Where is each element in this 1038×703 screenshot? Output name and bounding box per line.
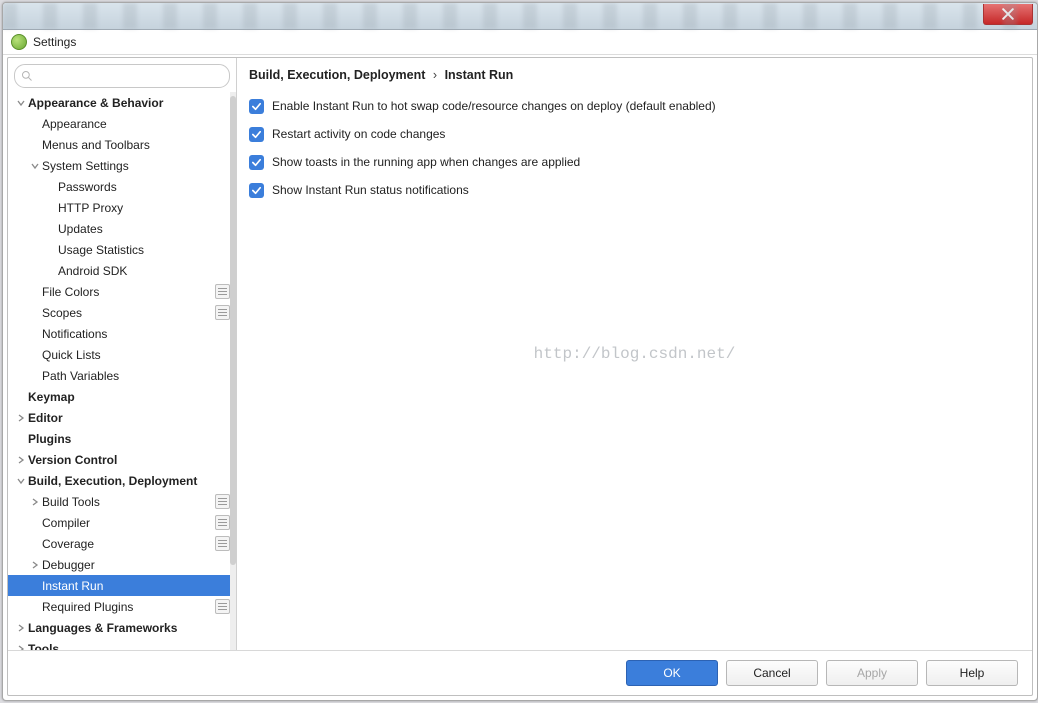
chevron-right-icon: [14, 414, 28, 422]
tree-path-variables[interactable]: Path Variables: [8, 365, 236, 386]
option-label: Restart activity on code changes: [272, 127, 445, 141]
dialog-title: Settings: [33, 35, 76, 49]
project-badge-icon: [215, 599, 230, 614]
chevron-right-icon: [28, 561, 42, 569]
search-icon: [21, 70, 33, 82]
chevron-right-icon: [14, 645, 28, 651]
tree-tools[interactable]: Tools: [8, 638, 236, 650]
option-enable-instant-run[interactable]: Enable Instant Run to hot swap code/reso…: [249, 92, 1020, 120]
tree-android-sdk[interactable]: Android SDK: [8, 260, 236, 281]
tree-build-exec-deploy[interactable]: Build, Execution, Deployment: [8, 470, 236, 491]
tree-languages-frameworks[interactable]: Languages & Frameworks: [8, 617, 236, 638]
close-window-button[interactable]: [983, 4, 1033, 25]
settings-dialog: Settings Appearance & Behavior Appearan: [2, 2, 1038, 701]
tree-scrollbar-thumb[interactable]: [230, 96, 236, 565]
cancel-button[interactable]: Cancel: [726, 660, 818, 686]
option-restart-activity[interactable]: Restart activity on code changes: [249, 120, 1020, 148]
watermark-text: http://blog.csdn.net/: [534, 345, 736, 363]
dialog-body: Appearance & Behavior Appearance Menus a…: [7, 57, 1033, 696]
dialog-button-row: OK Cancel Apply Help: [8, 650, 1032, 695]
tree-editor[interactable]: Editor: [8, 407, 236, 428]
breadcrumb-parent: Build, Execution, Deployment: [249, 68, 425, 82]
android-studio-icon: [11, 34, 27, 50]
breadcrumb-current: Instant Run: [445, 68, 514, 82]
project-badge-icon: [215, 515, 230, 530]
chevron-right-icon: [14, 456, 28, 464]
tree-instant-run[interactable]: Instant Run: [8, 575, 236, 596]
search-input[interactable]: [37, 68, 223, 84]
tree-http-proxy[interactable]: HTTP Proxy: [8, 197, 236, 218]
chevron-right-icon: ›: [433, 68, 437, 82]
tree-usage-statistics[interactable]: Usage Statistics: [8, 239, 236, 260]
tree-required-plugins[interactable]: Required Plugins: [8, 596, 236, 617]
project-badge-icon: [215, 284, 230, 299]
tree-version-control[interactable]: Version Control: [8, 449, 236, 470]
apply-button[interactable]: Apply: [826, 660, 918, 686]
tree-scopes[interactable]: Scopes: [8, 302, 236, 323]
option-label: Show toasts in the running app when chan…: [272, 155, 580, 169]
checkbox-checked-icon[interactable]: [249, 183, 264, 198]
chevron-down-icon: [28, 162, 42, 170]
ok-button[interactable]: OK: [626, 660, 718, 686]
project-badge-icon: [215, 536, 230, 551]
tree-system-settings[interactable]: System Settings: [8, 155, 236, 176]
checkbox-checked-icon[interactable]: [249, 127, 264, 142]
parent-window-menubar: [3, 3, 1037, 30]
tree-file-colors[interactable]: File Colors: [8, 281, 236, 302]
tree-build-tools[interactable]: Build Tools: [8, 491, 236, 512]
chevron-right-icon: [14, 624, 28, 632]
tree-notifications[interactable]: Notifications: [8, 323, 236, 344]
settings-nav: Appearance & Behavior Appearance Menus a…: [8, 58, 237, 650]
breadcrumb: Build, Execution, Deployment › Instant R…: [237, 58, 1032, 90]
close-icon: [1002, 8, 1014, 20]
tree-plugins[interactable]: Plugins: [8, 428, 236, 449]
tree-appearance-behavior[interactable]: Appearance & Behavior: [8, 92, 236, 113]
chevron-down-icon: [14, 99, 28, 107]
main-split: Appearance & Behavior Appearance Menus a…: [8, 58, 1032, 650]
settings-tree[interactable]: Appearance & Behavior Appearance Menus a…: [8, 92, 236, 650]
tree-scrollbar[interactable]: [230, 92, 236, 650]
tree-menus-toolbars[interactable]: Menus and Toolbars: [8, 134, 236, 155]
chevron-down-icon: [14, 477, 28, 485]
checkbox-checked-icon[interactable]: [249, 99, 264, 114]
project-badge-icon: [215, 494, 230, 509]
option-label: Show Instant Run status notifications: [272, 183, 469, 197]
tree-appearance[interactable]: Appearance: [8, 113, 236, 134]
option-show-toasts[interactable]: Show toasts in the running app when chan…: [249, 148, 1020, 176]
checkbox-checked-icon[interactable]: [249, 155, 264, 170]
search-box[interactable]: [14, 64, 230, 88]
project-badge-icon: [215, 305, 230, 320]
tree-coverage[interactable]: Coverage: [8, 533, 236, 554]
tree-updates[interactable]: Updates: [8, 218, 236, 239]
tree-keymap[interactable]: Keymap: [8, 386, 236, 407]
options-list: Enable Instant Run to hot swap code/reso…: [237, 90, 1032, 206]
option-label: Enable Instant Run to hot swap code/reso…: [272, 99, 716, 113]
tree-compiler[interactable]: Compiler: [8, 512, 236, 533]
help-button[interactable]: Help: [926, 660, 1018, 686]
settings-content: Build, Execution, Deployment › Instant R…: [237, 58, 1032, 650]
dialog-titlebar: Settings: [3, 30, 1037, 55]
chevron-right-icon: [28, 498, 42, 506]
tree-passwords[interactable]: Passwords: [8, 176, 236, 197]
search-wrap: [8, 58, 236, 92]
tree-debugger[interactable]: Debugger: [8, 554, 236, 575]
option-show-status-notifications[interactable]: Show Instant Run status notifications: [249, 176, 1020, 204]
tree-quick-lists[interactable]: Quick Lists: [8, 344, 236, 365]
